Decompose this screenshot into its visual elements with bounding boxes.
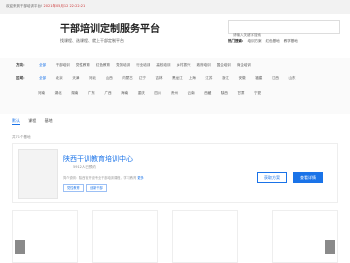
region-option[interactable]: 河南 (38, 91, 54, 96)
region-filter-row-2: 河南 湖北 湖南 广东 广西 海南 重庆 四川 贵州 云南 西藏 陕西 甘肃 宁… (38, 91, 270, 99)
base-meta: 5912人已预约 (73, 165, 96, 169)
region-option[interactable]: 全部 (39, 76, 55, 81)
direction-label: 方向： (16, 63, 27, 67)
base-tag: 创新干部 (86, 184, 107, 192)
region-option[interactable]: 上海 (189, 76, 205, 81)
current-datetime: 2021年05月12 22:22:21 (43, 4, 86, 8)
region-label: 区域： (16, 76, 27, 80)
region-option[interactable]: 四川 (154, 91, 170, 96)
result-count: 共71个基地 (12, 135, 31, 139)
region-option[interactable]: 重庆 (138, 91, 154, 96)
image-placeholder (325, 240, 335, 254)
top-bar: 欢迎来到干部培训平台! 2021年05月12 22:22:21 (0, 0, 350, 14)
region-option[interactable]: 贵州 (171, 91, 187, 96)
region-option[interactable]: 江苏 (205, 76, 221, 81)
tab-courses[interactable]: 课程 (28, 118, 36, 123)
region-option[interactable]: 黑龙江 (172, 76, 188, 81)
hot-search-item[interactable]: 培训方案 (248, 39, 262, 43)
region-option[interactable]: 浙江 (222, 76, 238, 81)
hot-search: 热门搜索: 培训方案 红色基地 教学基地 (228, 39, 298, 44)
hot-search-item[interactable]: 教学基地 (284, 39, 298, 43)
region-option[interactable]: 海南 (121, 91, 137, 96)
region-option[interactable]: 安徽 (239, 76, 255, 81)
region-option[interactable]: 甘肃 (238, 91, 254, 96)
image-placeholder (15, 240, 25, 254)
region-option[interactable]: 内蒙古 (122, 76, 138, 81)
result-card[interactable] (172, 210, 238, 263)
direction-option[interactable]: 高校培训 (156, 63, 175, 68)
region-option[interactable]: 广西 (105, 91, 121, 96)
region-option[interactable]: 宁夏 (254, 91, 270, 96)
region-option[interactable]: 北京 (56, 76, 72, 81)
direction-option[interactable]: 红色教育 (96, 63, 115, 68)
tab-default[interactable]: 默认 (12, 118, 20, 125)
region-option[interactable]: 广东 (88, 91, 104, 96)
site-subtitle: 找课程、选课程、就上干部定制平台 (60, 38, 124, 43)
base-card: 陕西干训教育培训中心 5912人已预约 简介说明：陕西省开设专业干部培训课程，学… (12, 143, 338, 203)
direction-filter-row: 方向： 全部 干部培训 党性教育 红色教育 党务培训 行业培训 高校培训 乡村振… (16, 63, 256, 71)
brand: 干部培训定制服务平台 找课程、选课程、就上干部定制平台 (60, 20, 160, 44)
site-title: 干部培训定制服务平台 (60, 24, 160, 35)
result-card[interactable] (12, 210, 78, 263)
region-option[interactable]: 福建 (255, 76, 271, 81)
direction-option[interactable]: 党性教育 (76, 63, 95, 68)
region-option[interactable]: 湖北 (55, 91, 71, 96)
result-card[interactable] (272, 210, 338, 263)
region-option[interactable]: 陕西 (221, 91, 237, 96)
direction-option[interactable]: 行业培训 (136, 63, 155, 68)
search-box[interactable] (228, 20, 340, 41)
welcome-text: 欢迎来到干部培训平台! (6, 4, 43, 8)
region-option[interactable]: 西藏 (204, 91, 220, 96)
region-option[interactable]: 辽宁 (139, 76, 155, 81)
direction-option[interactable]: 党务培训 (116, 63, 135, 68)
more-link[interactable]: 更多 (137, 176, 143, 180)
region-option[interactable]: 江西 (272, 76, 288, 81)
region-option[interactable]: 云南 (188, 91, 204, 96)
region-option[interactable]: 河北 (89, 76, 105, 81)
region-option[interactable]: 吉林 (156, 76, 172, 81)
base-tag: 党性教育 (63, 184, 84, 192)
base-image[interactable] (18, 149, 58, 199)
region-option[interactable]: 山东 (289, 76, 305, 81)
direction-option[interactable]: 全部 (39, 63, 55, 68)
base-name[interactable]: 陕西干训教育培训中心 (63, 154, 133, 164)
region-filter-row: 区域： 全部 北京 天津 河北 山西 内蒙古 辽宁 吉林 黑龙江 上海 江苏 浙… (16, 76, 304, 84)
welcome-message: 欢迎来到干部培训平台! 2021年05月12 22:22:21 (6, 4, 85, 9)
region-option[interactable]: 天津 (72, 76, 88, 81)
direction-option[interactable]: 商企培训 (237, 63, 256, 68)
result-card[interactable] (92, 210, 158, 263)
hot-search-label: 热门搜索: (228, 39, 244, 43)
base-description: 简介说明：陕西省开设专业干部培训课程，学习教育 更多 (63, 175, 144, 180)
filter-panel: 方向： 全部 干部培训 党性教育 红色教育 党务培训 行业培训 高校培训 乡村振… (0, 58, 350, 114)
direction-option[interactable]: 乡村振兴 (177, 63, 196, 68)
region-option[interactable]: 湖南 (71, 91, 87, 96)
base-description-text: 简介说明：陕西省开设专业干部培训课程，学习教育 (63, 176, 137, 180)
sort-tabs: 默认 课程 基地 (12, 118, 60, 125)
region-option[interactable]: 山西 (106, 76, 122, 81)
direction-option[interactable]: 国企培训 (217, 63, 236, 68)
direction-option[interactable]: 干部培训 (56, 63, 75, 68)
direction-option[interactable]: 政府培训 (197, 63, 216, 68)
hot-search-item[interactable]: 红色基地 (266, 39, 280, 43)
get-plan-button[interactable]: 获取方案 (257, 172, 287, 183)
view-details-button[interactable]: 查看详情 (293, 172, 323, 183)
tab-bases[interactable]: 基地 (45, 118, 53, 123)
